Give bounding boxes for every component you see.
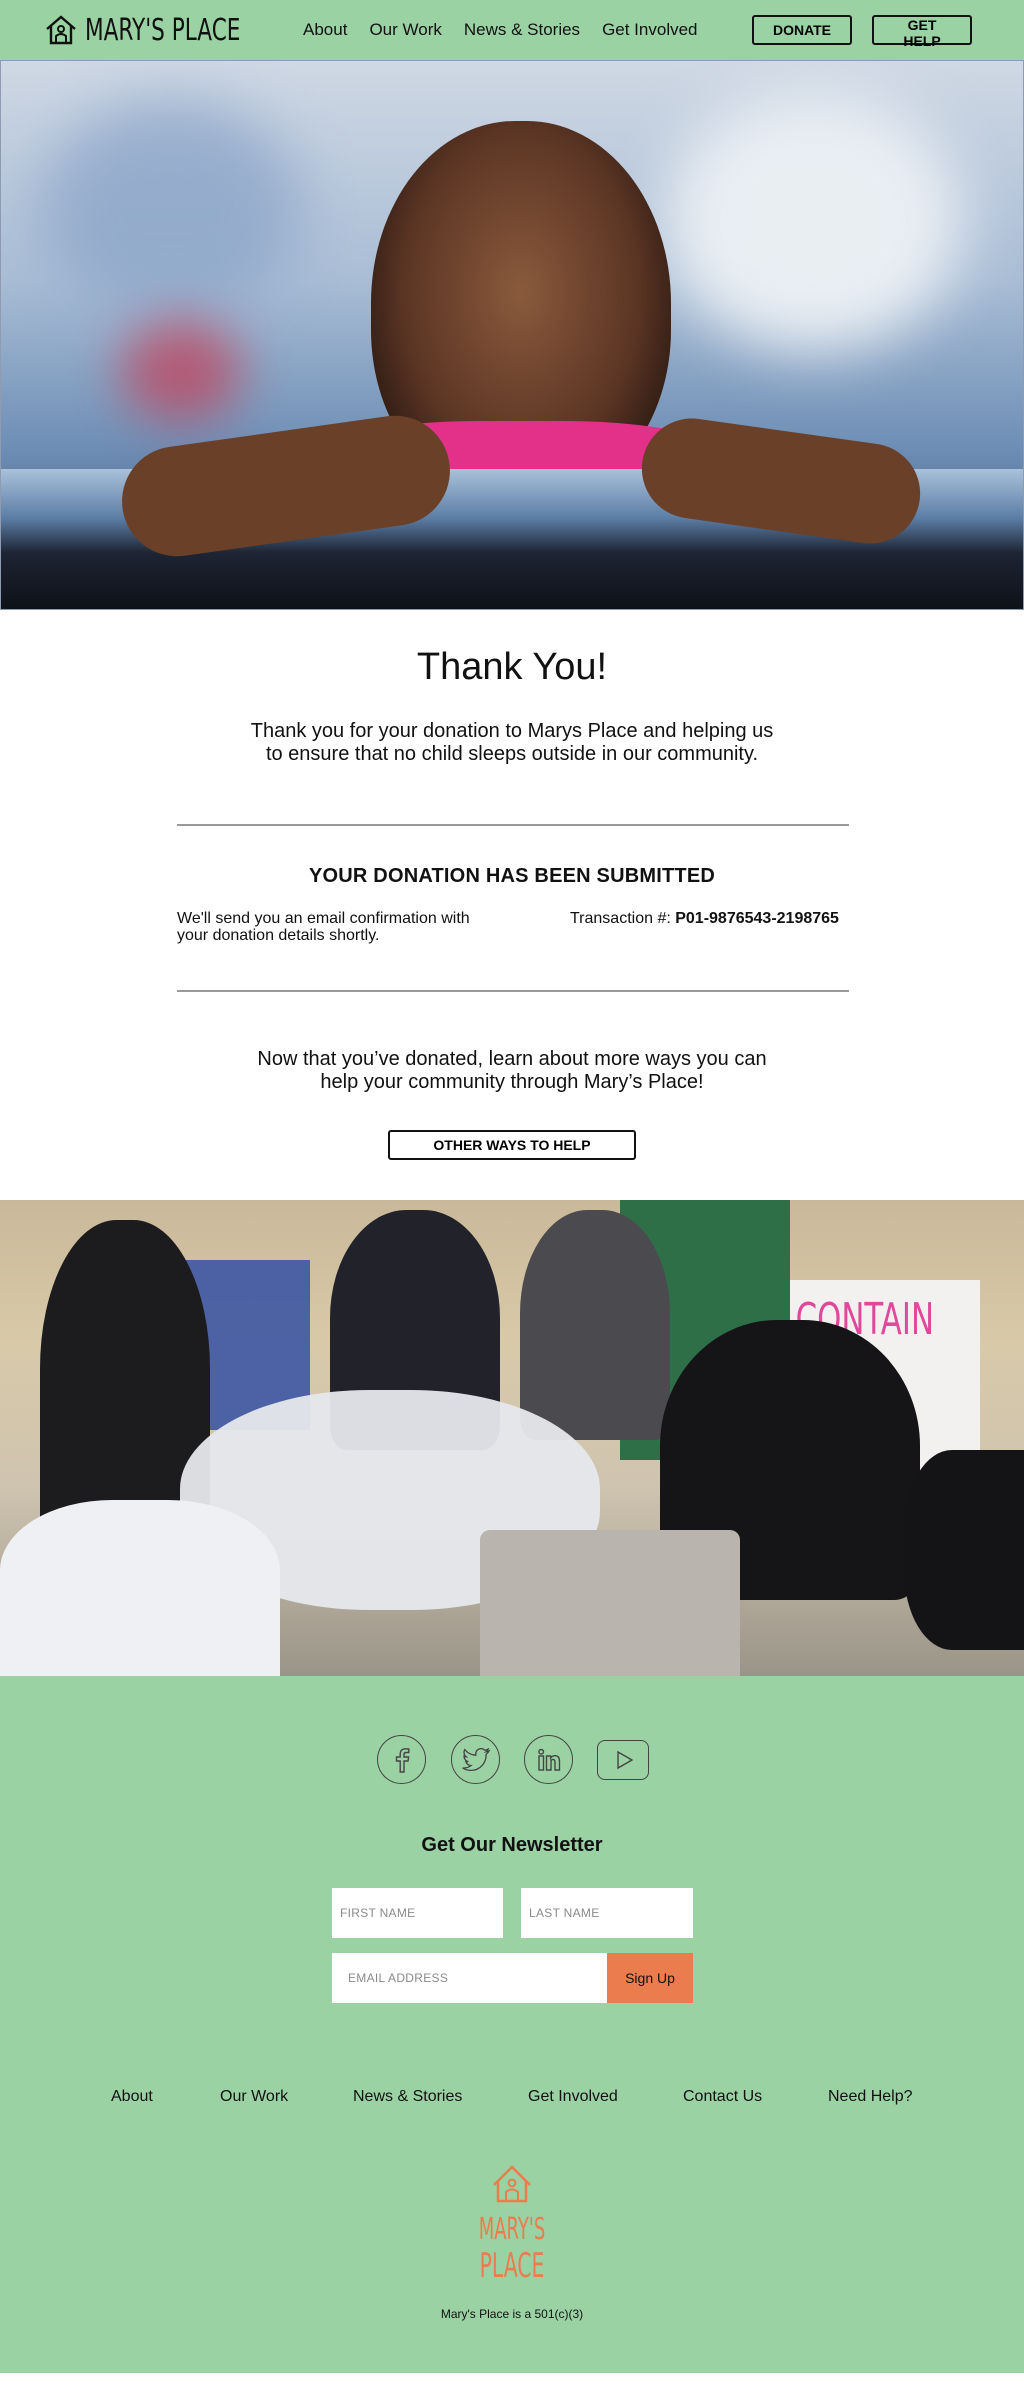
email-confirmation-note: We'll send you an email confirmation wit… <box>177 910 470 944</box>
youtube-icon[interactable] <box>597 1740 649 1780</box>
house-logo-icon <box>46 15 76 45</box>
twitter-icon[interactable] <box>451 1735 500 1784</box>
site-logo[interactable]: MARY'S PLACE <box>45 10 301 50</box>
house-logo-icon: MARY'S PLACE <box>479 2165 546 2285</box>
site-footer: Get Our Newsletter Sign Up About Our Wor… <box>0 1676 1024 2373</box>
page-title: Thank You! <box>416 646 608 688</box>
submitted-heading: YOUR DONATION HAS BEEN SUBMITTED <box>308 865 716 887</box>
transaction-id: P01-9876543-2198765 <box>675 910 839 927</box>
header-actions: DONATE GET HELP <box>752 15 972 49</box>
sign-up-button[interactable]: Sign Up <box>607 1953 693 2003</box>
transaction-number: Transaction #: P01-9876543-2198765 <box>570 910 839 928</box>
footer-logo[interactable]: MARY'S PLACE <box>474 2161 550 2285</box>
footer-nav-our-work[interactable]: Our Work <box>220 2088 288 2106</box>
thank-you-message: Thank you for your donation to Marys Pla… <box>250 720 774 765</box>
nav-news-stories[interactable]: News & Stories <box>464 20 580 40</box>
divider <box>177 824 849 826</box>
get-help-button[interactable]: GET HELP <box>872 15 972 49</box>
volunteers-photo: CONTAIN <box>0 1200 1024 1676</box>
hero-image <box>0 60 1024 610</box>
learn-more-text: Now that you’ve donated, learn about mor… <box>257 1048 767 1093</box>
other-ways-to-help-button[interactable]: OTHER WAYS TO HELP <box>388 1130 636 1160</box>
footer-nav-about[interactable]: About <box>111 2088 153 2106</box>
nav-get-involved[interactable]: Get Involved <box>602 20 697 40</box>
confirmation-details: We'll send you an email confirmation wit… <box>0 910 1024 990</box>
email-field[interactable] <box>332 1953 607 2003</box>
site-header: MARY'S PLACE About Our Work News & Stori… <box>0 0 1024 60</box>
transaction-label: Transaction #: <box>570 910 676 927</box>
nav-our-work[interactable]: Our Work <box>369 20 441 40</box>
footer-nav-news-stories[interactable]: News & Stories <box>353 2088 462 2106</box>
linkedin-icon[interactable] <box>524 1735 573 1784</box>
first-name-field[interactable] <box>332 1888 503 1938</box>
main-nav: About Our Work News & Stories Get Involv… <box>303 20 698 40</box>
last-name-field[interactable] <box>521 1888 693 1938</box>
newsletter-title: Get Our Newsletter <box>421 1834 603 1856</box>
footer-logo-line1: MARY'S <box>479 2211 546 2246</box>
footer-nav-need-help[interactable]: Need Help? <box>828 2088 913 2106</box>
footer-logo-line2: PLACE <box>480 2245 545 2283</box>
divider <box>177 990 849 992</box>
logo-text: MARY'S PLACE <box>85 12 241 48</box>
nonprofit-note: Mary's Place is a 501(c)(3) <box>440 2307 584 2321</box>
footer-nav-get-involved[interactable]: Get Involved <box>528 2088 618 2106</box>
facebook-icon[interactable] <box>377 1735 426 1784</box>
social-links <box>0 1735 1024 1785</box>
donate-button[interactable]: DONATE <box>752 15 852 45</box>
footer-nav-contact-us[interactable]: Contact Us <box>683 2088 762 2106</box>
nav-about[interactable]: About <box>303 20 347 40</box>
